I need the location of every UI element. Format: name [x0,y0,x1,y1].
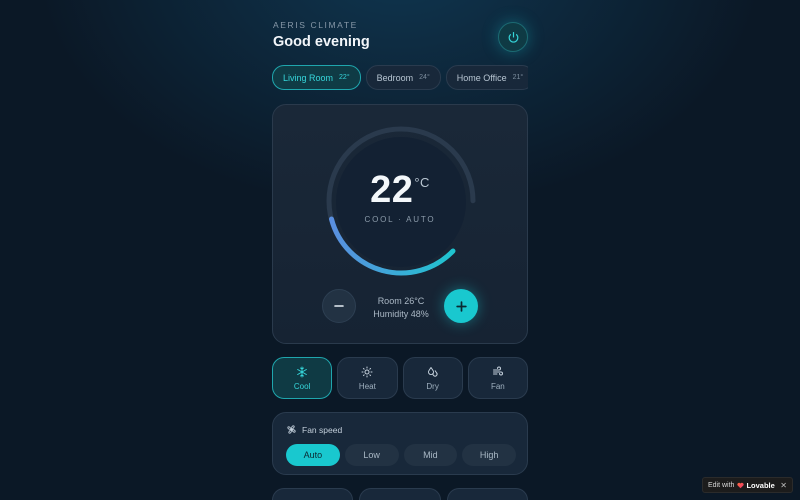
wind-icon [492,366,503,375]
mode-status: COOL · AUTO [364,215,436,224]
fan-speed-mid[interactable]: Mid [403,444,458,466]
plus-icon [455,300,467,312]
bottom-card[interactable] [359,488,441,500]
mode-label: Dry [426,381,439,391]
minus-icon [334,305,344,307]
room-chip-bedroom[interactable]: Bedroom 24° [365,65,441,90]
sun-icon [361,366,373,377]
mode-button-cool[interactable]: Cool [272,357,333,399]
mode-button-dry[interactable]: Dry [402,357,463,399]
snowflake-icon [297,366,307,377]
room-temp: 21° [512,74,524,81]
bottom-card[interactable] [446,488,528,500]
room-humidity: Humidity 48% [373,309,429,319]
badge-prefix: Edit with [708,481,735,489]
room-temp: 24° [419,74,430,81]
fan-speed-card: Fan speed Auto Low Mid High [272,412,528,475]
room-name: Bedroom [376,72,414,83]
setpoint-display: 22°C [273,169,527,212]
fan-speed-options: Auto Low Mid High [286,444,516,466]
mode-selector: Cool Heat Dry Fan [272,357,528,399]
increase-temp-button[interactable] [444,289,478,323]
bottom-card[interactable] [272,488,354,500]
mode-label: Cool [293,381,311,391]
fan-speed-header: Fan speed [286,424,342,435]
mode-button-heat[interactable]: Heat [337,357,398,399]
power-icon [508,31,518,43]
climate-app: AERIS CLIMATE Good evening Living Room 2… [272,0,528,500]
fan-speed-high[interactable]: High [462,444,516,466]
mode-button-fan[interactable]: Fan [467,357,528,399]
room-chip-home-office[interactable]: Home Office 21° [445,65,528,90]
mode-label: Heat [358,381,376,391]
heart-icon [737,482,745,488]
greeting-title: Good evening [273,34,370,50]
setpoint-value: 22 [370,169,414,211]
room-name: Living Room [283,72,334,83]
close-icon[interactable]: ✕ [780,481,787,490]
droplets-icon [427,366,438,377]
power-button[interactable] [498,22,528,52]
room-temperature: Room 26°C [377,296,425,306]
room-selector: Living Room 22° Bedroom 24° Home Office … [272,65,528,90]
bottom-cards-row [272,488,528,500]
fan-speed-low[interactable]: Low [344,444,399,466]
room-chip-living-room[interactable]: Living Room 22° [272,65,361,90]
setpoint-unit: °C [414,175,430,190]
room-temp: 22° [339,74,350,81]
fan-speed-auto[interactable]: Auto [286,444,340,466]
lovable-logo: Lovable [737,480,775,490]
thermostat-card: 22°C COOL · AUTO Room 26°C Humidity 48% [272,104,528,344]
fan-icon [287,425,296,434]
room-readout: Room 26°C Humidity 48% [351,295,451,321]
room-name: Home Office [456,72,507,83]
fan-speed-title: Fan speed [302,424,343,435]
mode-label: Fan [490,381,505,391]
edit-with-lovable-badge[interactable]: Edit with Lovable ✕ [702,477,793,493]
badge-brand: Lovable [746,480,775,490]
brand-label: AERIS CLIMATE [273,20,358,30]
